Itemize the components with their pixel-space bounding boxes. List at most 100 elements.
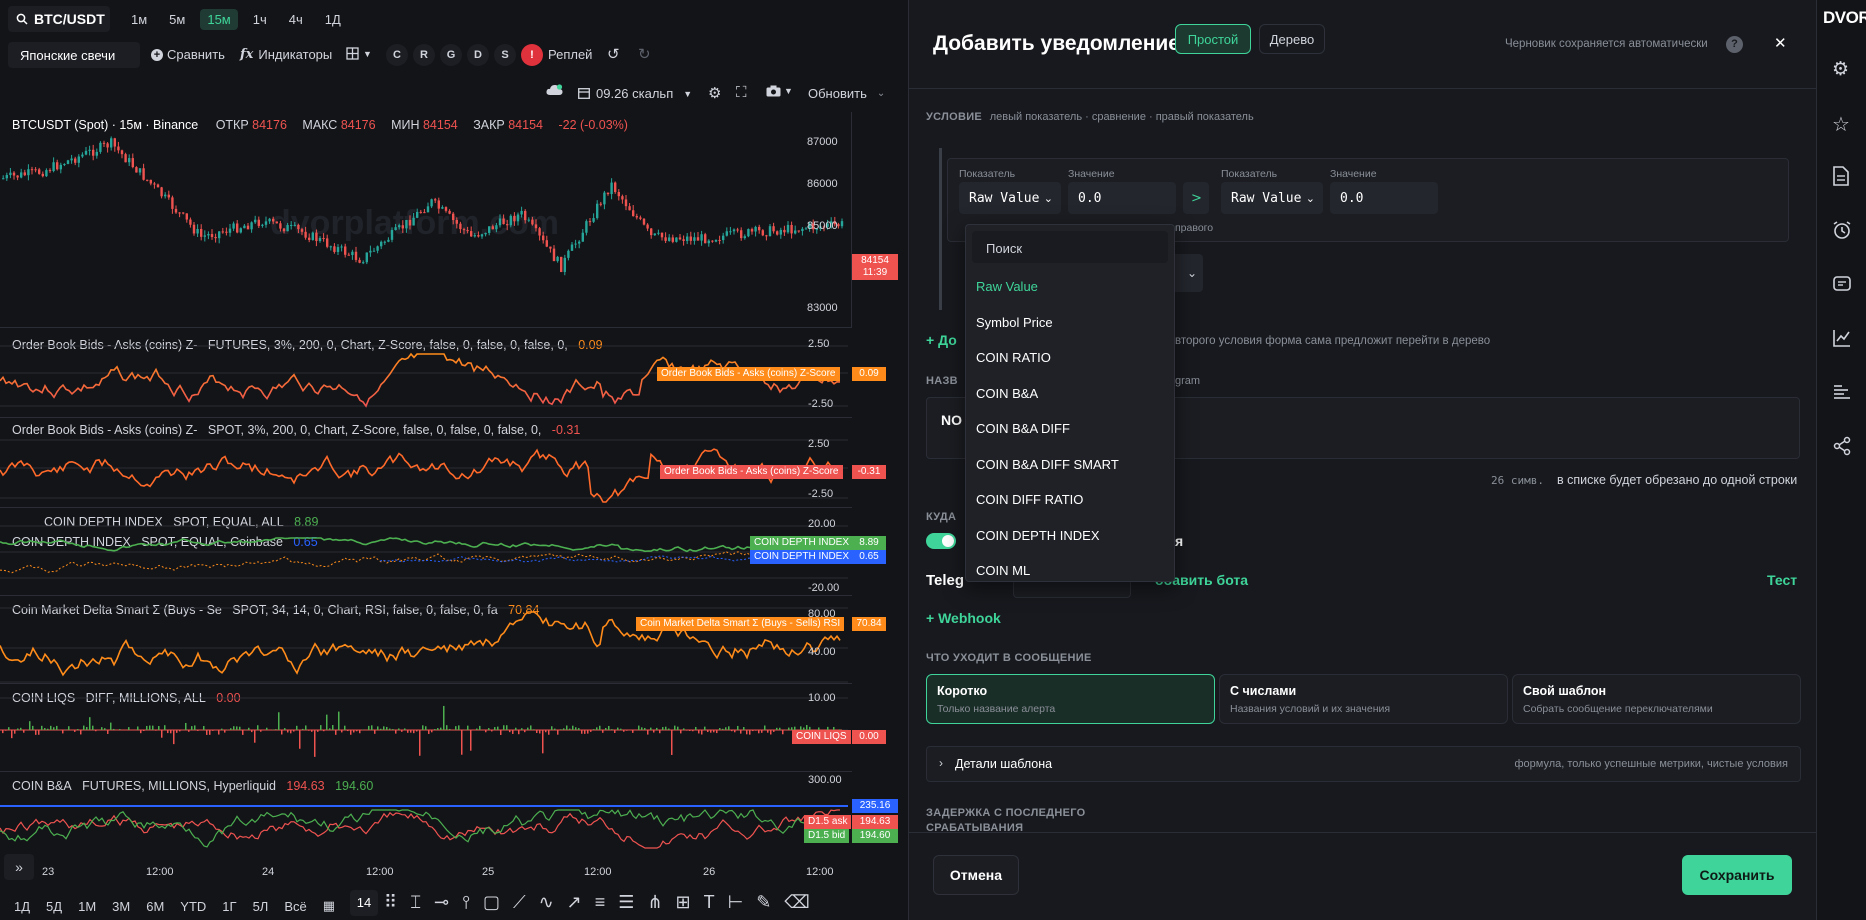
tf-1m[interactable]: 1м xyxy=(124,9,154,30)
path-icon[interactable]: ∿ xyxy=(539,892,554,913)
message-short-card[interactable]: Коротко Только название алерта xyxy=(926,674,1215,724)
undo-icon[interactable]: ↺ xyxy=(607,45,620,63)
channel-icon[interactable]: ≡ xyxy=(595,892,606,913)
range-3m[interactable]: 3М xyxy=(112,899,130,914)
left-indicator-select[interactable]: Raw Value ⌄ xyxy=(959,182,1061,214)
layout-select[interactable]: 09.26 скальп ▼ xyxy=(578,86,692,101)
range-1y[interactable]: 1Г xyxy=(222,899,236,914)
main-price-pane[interactable]: BTCUSDT (Spot) · 15м · Binance ОТКР 8417… xyxy=(0,112,898,328)
fib-icon[interactable]: ☰ xyxy=(618,892,634,913)
pane-coin-ba[interactable]: COIN B&A FUTURES, MILLIONS, Hyperliquid … xyxy=(0,772,898,856)
cloud-sync-icon[interactable] xyxy=(546,84,563,96)
redo-icon[interactable]: ↻ xyxy=(638,45,651,63)
range-all[interactable]: Всё xyxy=(284,899,306,914)
tf-4h[interactable]: 4ч xyxy=(282,9,310,30)
alert-circle[interactable]: ! xyxy=(521,44,543,66)
measure-icon[interactable]: ⊢ xyxy=(728,892,744,913)
grid-tool-icon[interactable]: ⊞ xyxy=(676,892,691,913)
pane-depth-index[interactable]: COIN DEPTH INDEX SPOT, EQUAL, ALL 8.89 C… xyxy=(0,508,886,596)
dropdown-option[interactable]: COIN DIFF RATIO xyxy=(972,492,1168,507)
range-1m[interactable]: 1М xyxy=(78,899,96,914)
rectangle-icon[interactable]: ▢ xyxy=(483,892,500,913)
settings-gear-icon[interactable]: ⚙ xyxy=(708,84,721,102)
cancel-button[interactable]: Отмена xyxy=(933,855,1019,895)
mode-tree-tab[interactable]: Дерево xyxy=(1259,24,1325,54)
right-indicator-select[interactable]: Raw Value ⌄ xyxy=(1221,182,1323,214)
dropdown-option[interactable]: Symbol Price xyxy=(972,315,1168,330)
circle-g[interactable]: G xyxy=(440,44,462,66)
trend-line-icon[interactable]: ⟋ xyxy=(513,892,526,913)
message-numbers-card[interactable]: С числами Названия условий и их значения xyxy=(1219,674,1508,724)
pane-liqs[interactable]: COIN LIQS DIFF, MILLIONS, ALL 0.00 10.00… xyxy=(0,684,886,772)
range-5d[interactable]: 5Д xyxy=(46,899,62,914)
dropdown-option[interactable]: COIN B&A DIFF SMART xyxy=(972,457,1168,472)
range-1d[interactable]: 1Д xyxy=(14,899,30,914)
pane-market-delta[interactable]: Coin Market Delta Smart Σ (Buys - Se SPO… xyxy=(0,596,886,684)
calendar-icon[interactable]: ▦ xyxy=(323,898,335,914)
eraser-icon[interactable]: ⌫ xyxy=(784,892,809,913)
candle-body xyxy=(30,169,34,171)
line-chart-icon[interactable] xyxy=(1832,328,1854,350)
dropdown-option[interactable]: COIN ML xyxy=(972,563,1168,578)
document-icon[interactable] xyxy=(1832,166,1854,188)
chat-icon[interactable] xyxy=(1832,274,1854,296)
template-details-row[interactable]: › Детали шаблона формула, только успешны… xyxy=(926,746,1801,782)
dropdown-option[interactable]: COIN RATIO xyxy=(972,350,1168,365)
symbol-search[interactable]: BTC/USDT xyxy=(8,6,110,32)
gear-icon[interactable]: ⚙ xyxy=(1832,58,1854,80)
text-cursor-icon[interactable]: ⌶ xyxy=(410,892,421,913)
replay-button[interactable]: Реплей xyxy=(548,47,592,62)
message-template-card[interactable]: Свой шаблон Собрать сообщение переключат… xyxy=(1512,674,1801,724)
text-tool-icon[interactable]: T xyxy=(704,892,715,913)
alarm-clock-icon[interactable] xyxy=(1832,220,1854,242)
ray-icon[interactable]: ↗ xyxy=(567,892,582,913)
tf-5m[interactable]: 5м xyxy=(162,9,192,30)
range-6m[interactable]: 6М xyxy=(146,899,164,914)
test-button[interactable]: Тест xyxy=(1767,572,1797,588)
share-icon[interactable] xyxy=(1832,436,1854,458)
left-value-input[interactable]: 0.0 xyxy=(1068,182,1176,214)
add-webhook-button[interactable]: + Webhook xyxy=(926,610,1001,626)
dropdown-option[interactable]: COIN DEPTH INDEX xyxy=(972,528,1168,543)
tf-1h[interactable]: 1ч xyxy=(246,9,274,30)
dropdown-search-input[interactable]: Поиск xyxy=(972,231,1168,263)
range-5y[interactable]: 5Л xyxy=(253,899,269,914)
circle-c[interactable]: C xyxy=(386,44,408,66)
pane-ob-futures[interactable]: Order Book Bids - Asks (coins) Z- FUTURE… xyxy=(0,328,886,418)
refresh-button[interactable]: Обновить ⌄ xyxy=(808,86,885,101)
screenshot-button[interactable]: ▼ xyxy=(766,85,793,97)
compare-button[interactable]: + Сравнить xyxy=(151,47,225,62)
vertical-line-icon[interactable]: ⫯ xyxy=(462,892,470,913)
expand-panel-icon[interactable]: » xyxy=(4,854,34,880)
horizontal-line-icon[interactable]: ⊸ xyxy=(434,892,449,913)
circle-r[interactable]: R xyxy=(413,44,435,66)
operator-select[interactable]: > xyxy=(1183,182,1209,214)
grid-dots-icon[interactable]: ⠿ xyxy=(384,892,397,913)
indicators-button[interactable]: fx Индикаторы xyxy=(240,47,332,62)
depth-bars-icon[interactable] xyxy=(1832,382,1854,404)
save-button[interactable]: Сохранить xyxy=(1682,855,1792,895)
telegram-toggle[interactable] xyxy=(926,533,956,549)
layout-grid-button[interactable]: ▼ xyxy=(346,47,372,60)
tf-1d[interactable]: 1Д xyxy=(318,9,348,30)
tf-15m[interactable]: 15м xyxy=(200,9,238,30)
dropdown-option[interactable]: COIN B&A xyxy=(972,386,1168,401)
pitchfork-icon[interactable]: ⋔ xyxy=(647,892,662,913)
close-icon[interactable]: ✕ xyxy=(1774,34,1787,52)
hist-bar xyxy=(671,730,673,755)
help-icon[interactable]: ? xyxy=(1726,36,1743,53)
circle-s[interactable]: S xyxy=(494,44,516,66)
dropdown-option[interactable]: Raw Value xyxy=(972,279,1168,294)
add-condition-button[interactable]: + До xyxy=(926,332,957,348)
range-ytd[interactable]: YTD xyxy=(180,899,206,914)
bar-count[interactable]: 14 xyxy=(350,890,378,916)
mode-simple-tab[interactable]: Простой xyxy=(1175,24,1251,54)
right-value-input[interactable]: 0.0 xyxy=(1330,182,1438,214)
dropdown-option[interactable]: COIN B&A DIFF xyxy=(972,421,1168,436)
circle-d[interactable]: D xyxy=(467,44,489,66)
pane-ob-spot[interactable]: Order Book Bids - Asks (coins) Z- SPOT, … xyxy=(0,418,886,508)
brush-icon[interactable]: ✎ xyxy=(756,892,771,913)
fullscreen-icon[interactable]: ⛶ xyxy=(736,84,747,101)
chart-type-select[interactable]: Японские свечи xyxy=(8,42,140,68)
star-icon[interactable]: ☆ xyxy=(1832,112,1854,136)
